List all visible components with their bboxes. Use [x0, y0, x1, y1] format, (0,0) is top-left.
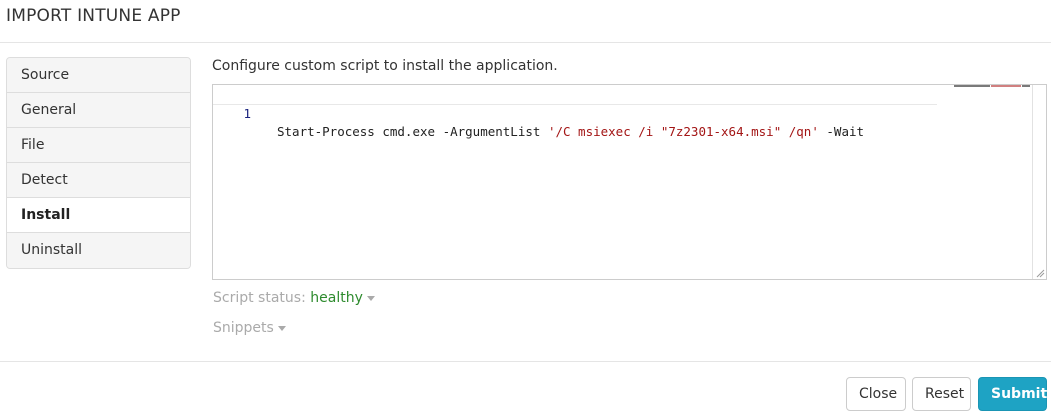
reset-button[interactable]: Reset	[912, 377, 971, 411]
instruction-text: Configure custom script to install the a…	[212, 58, 558, 74]
minimap-token	[954, 85, 990, 87]
nav-item-detect[interactable]: Detect	[7, 163, 190, 198]
resize-grip-icon[interactable]	[1036, 269, 1045, 278]
dialog-title: IMPORT INTUNE APP	[6, 6, 181, 26]
nav-item-general[interactable]: General	[7, 93, 190, 128]
snippets-label: Snippets	[213, 320, 274, 336]
editor-scrollbar[interactable]	[1032, 85, 1046, 279]
snippets-dropdown[interactable]: Snippets	[213, 320, 286, 336]
nav-item-install[interactable]: Install	[7, 198, 190, 233]
script-status-value: healthy	[310, 290, 363, 306]
script-status[interactable]: Script status: healthy	[213, 290, 375, 306]
nav-item-file[interactable]: File	[7, 128, 190, 163]
dialog-footer: Close Reset Submit	[0, 361, 1051, 417]
dialog-header: IMPORT INTUNE APP	[0, 0, 1051, 43]
code-parameter: -Wait	[818, 124, 865, 139]
nav-item-source[interactable]: Source	[7, 58, 190, 93]
code-line[interactable]: 1 Start-Process cmd.exe -ArgumentList '/…	[213, 87, 937, 139]
code-string-literal: '/C msiexec /i "7z2301-x64.msi" /qn'	[547, 124, 819, 139]
caret-down-icon	[366, 295, 375, 301]
minimap-token	[991, 85, 1021, 87]
wizard-nav: Source General File Detect Install Unins…	[6, 57, 191, 269]
script-status-label: Script status:	[213, 290, 311, 306]
submit-button[interactable]: Submit	[978, 377, 1047, 411]
script-editor[interactable]: 1 Start-Process cmd.exe -ArgumentList '/…	[212, 84, 1047, 280]
close-button[interactable]: Close	[846, 377, 906, 411]
editor-minimap[interactable]	[954, 85, 1034, 88]
caret-down-icon	[277, 325, 286, 331]
code-text[interactable]: Start-Process cmd.exe -ArgumentList '/C …	[277, 123, 864, 141]
minimap-token	[1022, 85, 1030, 87]
code-command: Start-Process cmd.exe -ArgumentList	[277, 124, 548, 139]
nav-item-uninstall[interactable]: Uninstall	[7, 233, 190, 268]
line-number: 1	[243, 106, 251, 121]
